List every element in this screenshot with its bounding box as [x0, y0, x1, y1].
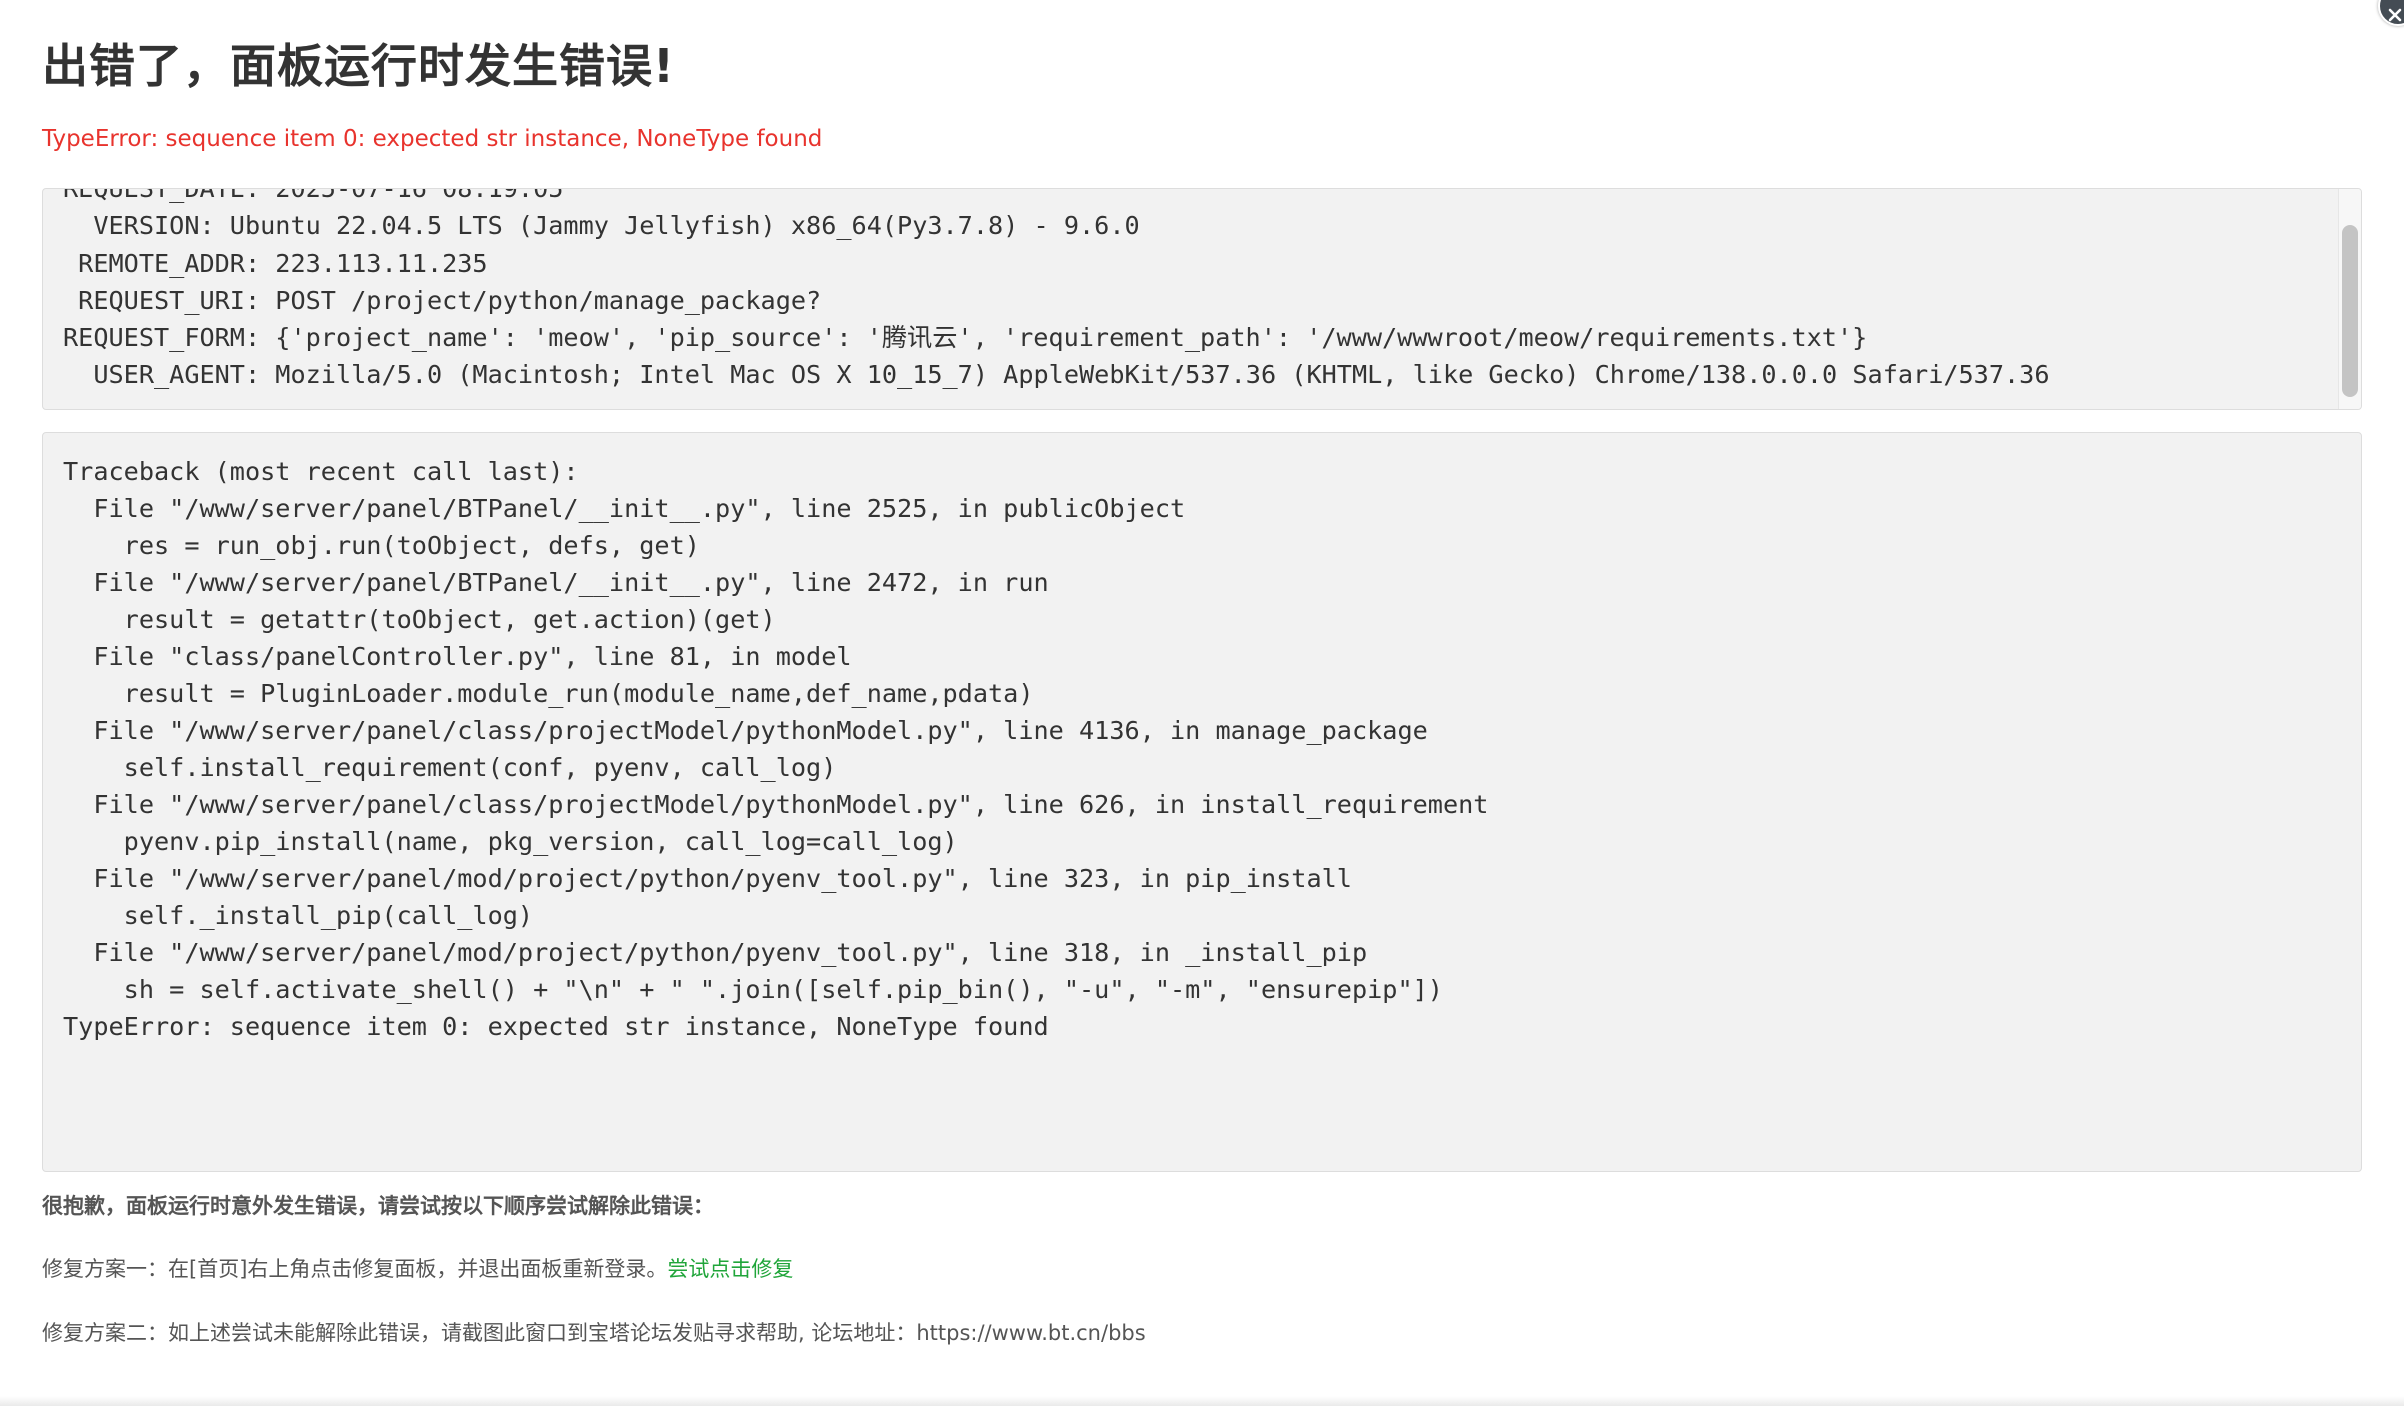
dialog-bottom-edge [0, 1396, 2404, 1406]
error-message: TypeError: sequence item 0: expected str… [42, 126, 823, 152]
version-line: VERSION: Ubuntu 22.04.5 LTS (Jammy Jelly… [63, 211, 1140, 241]
traceback-line: File "/www/server/panel/mod/project/pyth… [63, 864, 1352, 893]
traceback-line: Traceback (most recent call last): [63, 457, 579, 486]
request-date-line: REQUEST_DATE: 2025-07-16 08:19:05 [63, 188, 564, 203]
traceback-line: result = getattr(toObject, get.action)(g… [63, 605, 776, 634]
traceback-line: File "/www/server/panel/BTPanel/__init__… [63, 494, 1186, 523]
request-info-panel[interactable]: REQUEST_DATE: 2025-07-16 08:19:05 VERSIO… [42, 188, 2362, 410]
fix-option-one: 修复方案一：在[首页]右上角点击修复面板，并退出面板重新登录。尝试点击修复 [42, 1253, 793, 1283]
error-dialog: 出错了，面板运行时发生错误! TypeError: sequence item … [0, 0, 2404, 1406]
traceback-line: File "/www/server/panel/class/projectMod… [63, 790, 1489, 819]
fix-option-one-text: 修复方案一：在[首页]右上角点击修复面板，并退出面板重新登录。 [42, 1257, 668, 1281]
request-panel-scrollbar-thumb[interactable] [2342, 225, 2358, 397]
request-form-line: REQUEST_FORM: {'project_name': 'meow', '… [63, 323, 1868, 353]
traceback-line: File "/www/server/panel/mod/project/pyth… [63, 938, 1368, 967]
close-icon [2388, 8, 2402, 22]
help-intro: 很抱歉，面板运行时意外发生错误，请尝试按以下顺序尝试解除此错误： [42, 1194, 714, 1218]
fix-option-two: 修复方案二：如上述尝试未能解除此错误，请截图此窗口到宝塔论坛发贴寻求帮助, 论坛… [42, 1321, 1146, 1345]
close-button[interactable] [2378, 0, 2404, 26]
traceback-text: Traceback (most recent call last): File … [63, 453, 2341, 1045]
traceback-line: self._install_pip(call_log) [63, 901, 534, 930]
traceback-line: self.install_requirement(conf, pyenv, ca… [63, 753, 837, 782]
request-info-text: REQUEST_DATE: 2025-07-16 08:19:05 VERSIO… [63, 188, 2331, 394]
request-uri-line: REQUEST_URI: POST /project/python/manage… [63, 285, 822, 315]
page-title: 出错了，面板运行时发生错误! [42, 39, 675, 93]
repair-link[interactable]: 尝试点击修复 [667, 1257, 793, 1281]
user-agent-line: USER_AGENT: Mozilla/5.0 (Macintosh; Inte… [63, 360, 2050, 390]
traceback-panel[interactable]: Traceback (most recent call last): File … [42, 432, 2362, 1172]
request-panel-scrollbar[interactable] [2338, 189, 2361, 409]
traceback-line: File "class/panelController.py", line 81… [63, 642, 852, 671]
traceback-final-error-line: TypeError: sequence item 0: expected str… [63, 1012, 1049, 1041]
traceback-line: File "/www/server/panel/class/projectMod… [63, 716, 1428, 745]
traceback-line: pyenv.pip_install(name, pkg_version, cal… [63, 827, 958, 856]
remote-addr-line: REMOTE_ADDR: 223.113.11.235 [63, 248, 488, 278]
traceback-line: sh = self.activate_shell() + "\n" + " ".… [63, 975, 1443, 1004]
traceback-line: File "/www/server/panel/BTPanel/__init__… [63, 568, 1049, 597]
traceback-line: res = run_obj.run(toObject, defs, get) [63, 531, 700, 560]
traceback-line: result = PluginLoader.module_run(module_… [63, 679, 1034, 708]
